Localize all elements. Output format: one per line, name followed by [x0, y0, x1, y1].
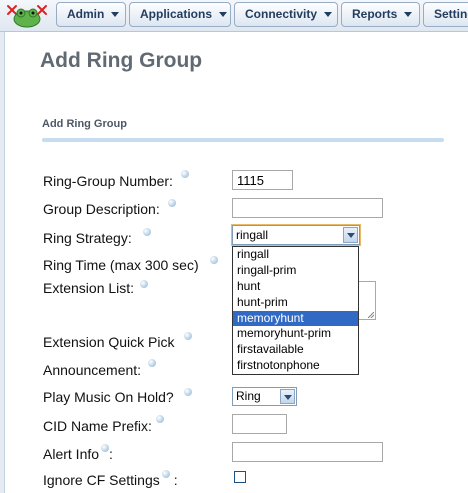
help-icon[interactable] [147, 359, 156, 367]
group-description-row: Group Description: [43, 199, 176, 217]
play-music-on-hold-row: Play Music On Hold? [43, 388, 192, 405]
cid-name-prefix-input[interactable] [232, 414, 287, 434]
ignore-cf-settings-label: Ignore CF Settings [43, 472, 160, 488]
help-icon[interactable] [167, 199, 176, 207]
chevron-down-icon [404, 12, 413, 18]
ring-strategy-option[interactable]: firstavailable [233, 342, 358, 358]
extension-list-label: Extension List: [43, 280, 135, 296]
nav-tab-reports-label: Reports [352, 7, 398, 21]
ring-group-number-row: Ring-Group Number: [43, 170, 189, 189]
ring-strategy-option[interactable]: ringall [233, 247, 358, 263]
chevron-down-icon[interactable] [280, 389, 295, 404]
ignore-cf-settings-colon: : [173, 472, 178, 488]
cid-name-prefix-row: CID Name Prefix: [43, 415, 164, 434]
ring-strategy-option[interactable]: hunt [233, 279, 358, 295]
alert-info-row: Alert Info: [43, 444, 113, 462]
alert-info-label: Alert Info [43, 446, 100, 462]
page-title: Add Ring Group [40, 49, 203, 72]
resize-handle-icon[interactable] [368, 312, 374, 318]
play-music-on-hold-value: Ring [236, 389, 261, 403]
nav-tab-connectivity[interactable]: Connectivity [234, 2, 338, 27]
ring-strategy-row: Ring Strategy: [43, 228, 151, 246]
help-icon[interactable] [184, 332, 193, 340]
ring-strategy-option[interactable]: memoryhunt-prim [233, 326, 358, 342]
nav-tab-connectivity-label: Connectivity [245, 7, 318, 21]
ring-strategy-label: Ring Strategy: [43, 230, 132, 246]
chevron-down-icon [324, 12, 333, 18]
frog-logo-icon[interactable] [2, 2, 52, 28]
ignore-cf-settings-checkbox[interactable] [234, 471, 246, 483]
ring-group-number-input[interactable] [232, 170, 293, 190]
ring-time-label: Ring Time (max 300 sec) [43, 257, 199, 273]
alert-info-input[interactable] [232, 442, 383, 462]
ignore-cf-settings-row: Ignore CF Settings: [43, 470, 178, 488]
left-sidebar-edge [0, 32, 5, 493]
nav-tab-admin-label: Admin [67, 7, 105, 21]
help-icon[interactable] [101, 444, 110, 452]
help-icon[interactable] [183, 388, 192, 396]
top-nav-bar: Admin Applications Connectivity Reports … [0, 0, 468, 32]
ring-strategy-option-highlighted[interactable]: memoryhunt [233, 310, 358, 327]
help-icon[interactable] [155, 415, 164, 423]
nav-tab-admin[interactable]: Admin [56, 2, 126, 27]
nav-tab-settings-label: Setting [434, 7, 468, 21]
play-music-on-hold-select[interactable]: Ring [232, 387, 297, 406]
nav-tab-settings[interactable]: Setting [423, 2, 468, 27]
help-icon[interactable] [180, 170, 189, 178]
group-description-input[interactable] [232, 198, 383, 218]
alert-info-colon: : [109, 446, 113, 462]
chevron-down-icon [111, 12, 120, 18]
chevron-down-icon [219, 12, 228, 18]
section-title: Add Ring Group [42, 118, 127, 130]
help-icon[interactable] [139, 280, 148, 288]
group-description-label: Group Description: [43, 201, 160, 217]
help-icon[interactable] [142, 228, 151, 236]
ring-strategy-option[interactable]: hunt-prim [233, 295, 358, 311]
announcement-label: Announcement: [43, 362, 142, 378]
help-icon[interactable] [161, 470, 170, 478]
extension-quick-pick-row: Extension Quick Pick [43, 332, 193, 350]
play-music-on-hold-label: Play Music On Hold? [43, 389, 174, 405]
ring-strategy-select[interactable]: ringall [231, 224, 361, 246]
nav-tab-applications-label: Applications [140, 7, 213, 21]
section-divider [42, 138, 444, 142]
ring-time-row: Ring Time (max 300 sec) [43, 256, 218, 273]
nav-tab-reports[interactable]: Reports [341, 2, 420, 27]
ring-strategy-selected-value: ringall [236, 228, 269, 242]
cid-name-prefix-label: CID Name Prefix: [43, 418, 152, 434]
ring-strategy-option[interactable]: firstnotonphone [233, 358, 358, 374]
help-icon[interactable] [209, 256, 218, 264]
chevron-down-icon[interactable] [343, 227, 358, 243]
ring-group-number-label: Ring-Group Number: [43, 173, 173, 189]
ring-strategy-option[interactable]: ringall-prim [233, 263, 358, 279]
extension-list-row: Extension List: [43, 280, 148, 296]
extension-quick-pick-label: Extension Quick Pick [43, 334, 175, 350]
nav-tab-applications[interactable]: Applications [129, 2, 231, 27]
announcement-row: Announcement: [43, 359, 156, 378]
ring-strategy-dropdown-list[interactable]: ringall ringall-prim hunt hunt-prim memo… [232, 246, 359, 375]
